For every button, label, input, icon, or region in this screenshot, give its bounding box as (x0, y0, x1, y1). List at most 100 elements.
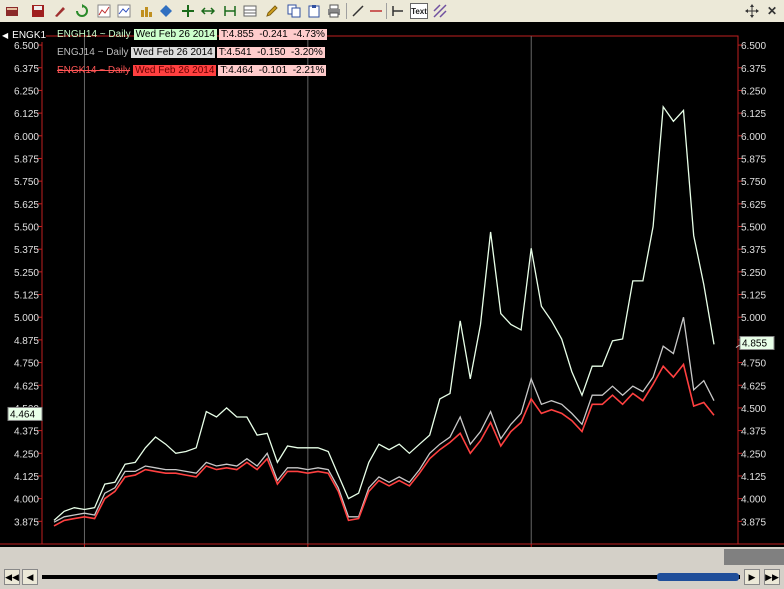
right-tick-label: 3.875 (741, 517, 766, 528)
chart-panel[interactable]: 3.875 4.000 4.125 4.250 4.375 4.500 4.625 4.750… (0, 22, 784, 561)
left-tick-label: 4.625 (14, 381, 39, 392)
right-tick-label: 5.750 (741, 177, 766, 188)
plot-border (41, 35, 739, 545)
right-tick-label: 6.250 (741, 86, 766, 97)
candles-icon[interactable] (138, 3, 154, 19)
left-tick-label: 6.250 (14, 86, 39, 97)
left-tick-label: 5.125 (14, 291, 39, 302)
legend-entry: ENGH14 ~ Daily Wed Feb 26 2014 T:4.855 -0.… (57, 28, 327, 40)
left-tick-label: 5.625 (14, 200, 39, 211)
save-icon[interactable] (30, 3, 46, 19)
right-tick-label: 5.625 (741, 200, 766, 211)
paste-icon[interactable] (306, 3, 322, 19)
left-tick-label: 4.875 (14, 336, 39, 347)
diamond-icon[interactable] (158, 3, 174, 19)
legend-values: T:4.541 -0.150 -3.20% (216, 46, 325, 58)
brush-icon[interactable] (52, 3, 68, 19)
right-tick-label: 4.125 (741, 472, 766, 483)
legend-entry: ENGJ14 ~ Daily Wed Feb 26 2014 T:4.541 -0.… (57, 46, 327, 58)
left-tick-label: 6.125 (14, 109, 39, 120)
legend: ENGH14 ~ Daily Wed Feb 26 2014 T:4.855 -0.… (57, 28, 327, 82)
crosshair-left-icon[interactable] (200, 3, 216, 19)
hatch-icon[interactable] (432, 3, 448, 19)
scrollbar[interactable]: ◀◀ ◀ ▶ ▶▶ (0, 567, 784, 589)
legend-values: T:4.855 -0.241 -4.73% (218, 28, 327, 40)
axis-corner (724, 549, 784, 565)
left-tick-label: 5.250 (14, 268, 39, 279)
legend-date: Wed Feb 26 2014 (133, 64, 217, 76)
right-tick-label: 4.500 (741, 404, 766, 415)
crosshair-icon[interactable] (180, 3, 196, 19)
left-tick-label: 6.500 (14, 41, 39, 52)
series-line-engh14 (53, 104, 715, 521)
price-tags: 4.855 4.464 (7, 336, 775, 421)
scroll-track[interactable] (42, 575, 740, 579)
left-price-tag-label: 4.464 (10, 409, 35, 420)
move-icon[interactable] (744, 3, 760, 19)
grid-icon[interactable] (242, 3, 258, 19)
right-tick-label: 4.250 (741, 449, 766, 460)
left-tick-label: 4.125 (14, 472, 39, 483)
symbol-tab[interactable]: ◀ ENGK1 (2, 28, 47, 42)
tab-left-arrow-icon[interactable]: ◀ (2, 31, 8, 40)
bar-chart-icon[interactable] (116, 3, 132, 19)
legend-date: Wed Feb 26 2014 (133, 28, 217, 40)
right-tick-label: 4.375 (741, 427, 766, 438)
vertical-line-icon[interactable] (390, 3, 406, 19)
scroll-first-icon[interactable]: ◀◀ (4, 569, 20, 585)
close-icon[interactable]: ✕ (764, 3, 780, 19)
right-tick-label: 5.375 (741, 245, 766, 256)
line-tool-icon[interactable] (350, 3, 366, 19)
right-tick-label: 5.125 (741, 291, 766, 302)
right-tick-label: 4.625 (741, 381, 766, 392)
right-tick-label: 5.500 (741, 223, 766, 234)
refresh-icon[interactable] (74, 3, 90, 19)
left-tick-label: 4.000 (14, 495, 39, 506)
chart-icon[interactable] (96, 3, 112, 19)
x-axis: Dec2014Feb (83, 36, 551, 561)
right-tick-label: 5.000 (741, 313, 766, 324)
pencil-icon[interactable] (264, 3, 280, 19)
right-price-tag-label: 4.855 (742, 339, 767, 350)
scroll-thumb[interactable] (657, 573, 739, 581)
left-tick-label: 5.500 (14, 223, 39, 234)
bottom-strip (0, 547, 784, 567)
right-tick-label: 6.125 (741, 109, 766, 120)
print-icon[interactable] (326, 3, 342, 19)
left-tick-label: 5.000 (14, 313, 39, 324)
scroll-left-icon[interactable]: ◀ (22, 569, 38, 585)
left-tick-label: 4.375 (14, 427, 39, 438)
left-tick-label: 5.750 (14, 177, 39, 188)
left-tick-label: 6.375 (14, 64, 39, 75)
legend-entry: ENGK14 ~ Daily Wed Feb 26 2014 T:4.464 -0.… (57, 64, 327, 76)
right-tick-label: 6.500 (741, 41, 766, 52)
legend-series-label: ENGH14 ~ Daily (57, 28, 131, 40)
left-tick-label: 4.750 (14, 359, 39, 370)
right-tick-label: 4.000 (741, 495, 766, 506)
legend-date: Wed Feb 26 2014 (131, 46, 215, 58)
right-tick-label: 5.250 (741, 268, 766, 279)
scroll-last-icon[interactable]: ▶▶ (764, 569, 780, 585)
right-tick-label: 4.750 (741, 359, 766, 370)
left-tick-label: 6.000 (14, 132, 39, 143)
left-axis: 3.8754.0004.1254.2504.3754.5004.6254.750… (14, 41, 42, 528)
copy-icon[interactable] (286, 3, 302, 19)
horizontal-line-icon[interactable] (368, 3, 384, 19)
legend-series-label: ENGK14 ~ Daily (57, 64, 131, 76)
left-tick-label: 4.250 (14, 449, 39, 460)
right-axis: 3.875 4.000 4.125 4.250 4.375 4.500 4.625 4.750… (738, 41, 766, 528)
left-tick-label: 5.375 (14, 245, 39, 256)
text-tool-icon[interactable]: Text (410, 3, 428, 19)
series-lines (53, 104, 715, 527)
legend-values: T:4.464 -0.101 -2.21% (218, 64, 327, 76)
toolbar: Text ✕ (0, 0, 784, 23)
book-icon[interactable] (4, 3, 20, 19)
crosshair-right-icon[interactable] (222, 3, 238, 19)
left-tick-label: 5.875 (14, 154, 39, 165)
scroll-right-icon[interactable]: ▶ (744, 569, 760, 585)
legend-series-label: ENGJ14 ~ Daily (57, 46, 129, 58)
price-chart[interactable]: 3.875 4.000 4.125 4.250 4.375 4.500 4.625 4.750… (0, 22, 784, 561)
symbol-tab-label: ENGK1 (12, 29, 47, 41)
right-tick-label: 6.375 (741, 64, 766, 75)
series-line-engj14 (53, 317, 715, 523)
